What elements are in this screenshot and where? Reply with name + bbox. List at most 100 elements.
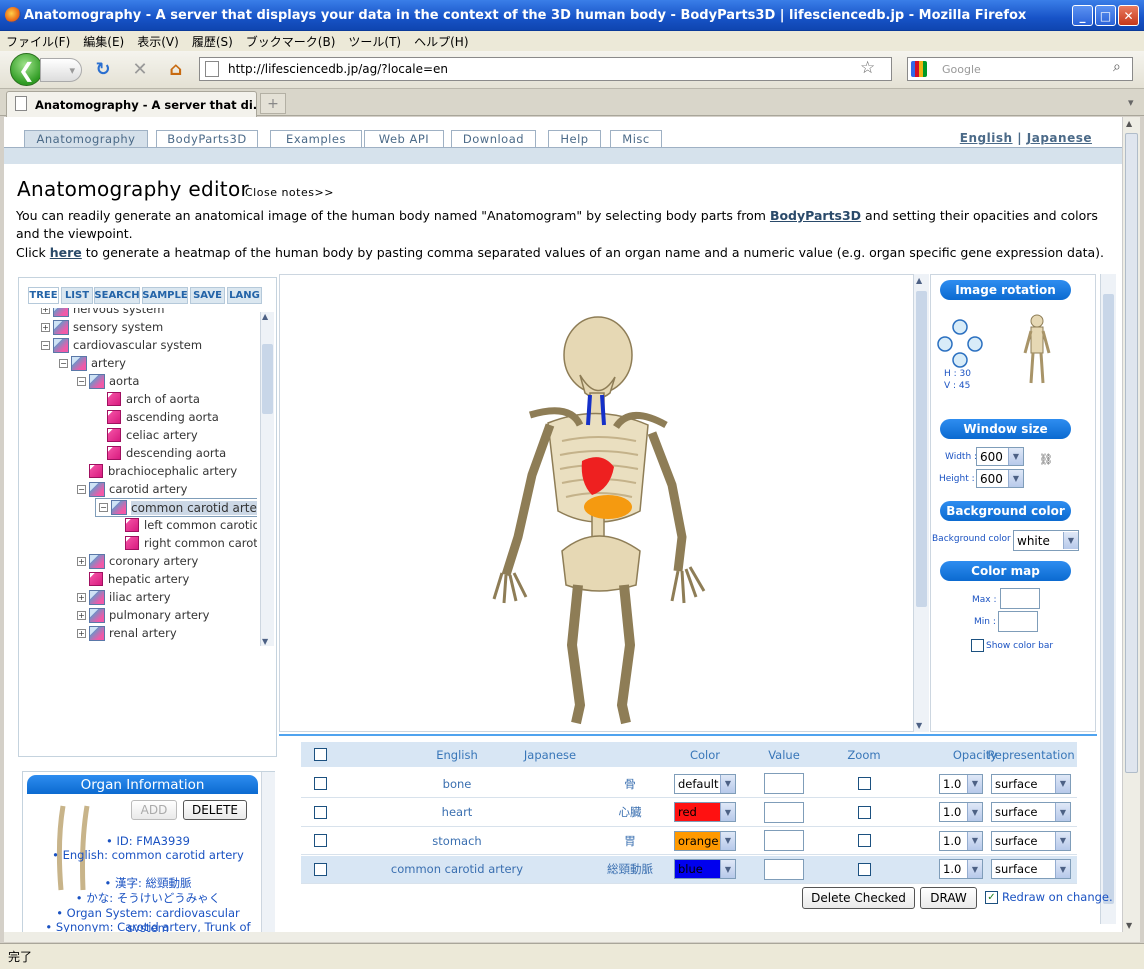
tree-item[interactable]: celiac artery bbox=[95, 426, 198, 444]
menu-item[interactable]: 履歴(S) bbox=[192, 33, 233, 50]
viewer-scroll-thumb[interactable] bbox=[916, 291, 927, 607]
delete-checked-button[interactable]: Delete Checked bbox=[802, 887, 915, 909]
column-header[interactable]: Zoom bbox=[821, 742, 907, 767]
tree-scroll-thumb[interactable] bbox=[262, 344, 273, 414]
url-bar[interactable]: http://lifesciencedb.jp/ag/?locale=en bbox=[199, 57, 892, 81]
menu-item[interactable]: ブックマーク(B) bbox=[246, 33, 336, 50]
color-select[interactable]: orange ▼ bbox=[674, 830, 736, 851]
tree-item[interactable]: + iliac artery bbox=[77, 588, 171, 606]
max-input[interactable] bbox=[1000, 588, 1040, 609]
add-button[interactable]: ADD bbox=[131, 800, 177, 820]
table-row[interactable]: common carotid artery 総頸動脈 blue ▼ 1.0 ▼ surfac… bbox=[301, 855, 1077, 884]
column-header[interactable]: Japanese bbox=[495, 742, 605, 767]
page-horizontal-scrollbar[interactable] bbox=[4, 932, 1140, 942]
panel-tab[interactable]: SEARCH bbox=[94, 287, 140, 304]
tree-item[interactable]: − common carotid artery bbox=[95, 498, 257, 517]
representation-select[interactable]: surface ▼ bbox=[991, 773, 1071, 794]
site-tab[interactable]: Help bbox=[548, 130, 601, 147]
select-all-checkbox[interactable] bbox=[313, 748, 327, 761]
page-scroll-thumb[interactable] bbox=[1125, 133, 1138, 773]
home-icon[interactable]: ⌂ bbox=[165, 58, 187, 80]
lang-english-link[interactable]: English bbox=[960, 131, 1013, 145]
min-input[interactable] bbox=[998, 611, 1038, 632]
tree-item[interactable]: hepatic artery bbox=[77, 570, 189, 588]
height-select[interactable]: 600 ▼ bbox=[976, 469, 1024, 488]
panel-tab[interactable]: SAVE bbox=[190, 287, 225, 304]
column-header[interactable]: Representation bbox=[971, 742, 1091, 767]
redraw-checkbox[interactable]: ✓ bbox=[985, 890, 998, 904]
collapse-icon[interactable]: − bbox=[41, 340, 50, 350]
tree-item[interactable]: − cardiovascular system bbox=[41, 336, 202, 354]
menu-item[interactable]: ファイル(F) bbox=[6, 33, 70, 50]
close-notes-link[interactable]: Close notes>> bbox=[245, 186, 334, 199]
table-row[interactable]: stomach 胃 orange ▼ 1.0 ▼ surface ▼ bbox=[301, 827, 1077, 855]
tree-item[interactable]: − artery bbox=[59, 354, 126, 372]
scroll-up-icon[interactable]: ▲ bbox=[1126, 119, 1132, 128]
color-select[interactable]: blue ▼ bbox=[674, 859, 736, 879]
search-input[interactable]: Google bbox=[907, 57, 1133, 81]
tab-list-icon[interactable]: ▾ bbox=[1128, 96, 1134, 109]
site-tab[interactable]: Misc bbox=[610, 130, 662, 147]
show-color-bar-checkbox[interactable] bbox=[971, 639, 984, 652]
panel-tab[interactable]: SAMPLE bbox=[142, 287, 188, 304]
value-input[interactable] bbox=[764, 801, 804, 823]
site-tab[interactable]: Examples bbox=[270, 130, 362, 147]
value-input[interactable] bbox=[764, 858, 804, 880]
collapse-icon[interactable]: − bbox=[59, 358, 68, 368]
tree-item[interactable]: right common carotid artery bbox=[113, 534, 257, 552]
back-button[interactable]: ❮ bbox=[10, 53, 43, 86]
tree-item[interactable]: brachiocephalic artery bbox=[77, 462, 237, 480]
column-header[interactable]: Value bbox=[741, 742, 827, 767]
tree-item[interactable]: − carotid artery bbox=[77, 480, 187, 498]
menu-item[interactable]: 編集(E) bbox=[83, 33, 124, 50]
expand-icon[interactable]: + bbox=[41, 322, 50, 332]
tree-item[interactable]: arch of aorta bbox=[95, 390, 200, 408]
table-row[interactable]: heart 心臓 red ▼ 1.0 ▼ surface ▼ bbox=[301, 799, 1077, 827]
tree-item[interactable]: + sensory system bbox=[41, 318, 163, 336]
color-select[interactable]: default ▼ bbox=[674, 773, 736, 794]
delete-button[interactable]: DELETE bbox=[183, 800, 247, 820]
expand-icon[interactable]: + bbox=[77, 556, 86, 566]
reload-icon[interactable]: ↻ bbox=[92, 58, 114, 80]
bg-color-select[interactable]: white ▼ bbox=[1013, 530, 1079, 551]
organ-scrollbar[interactable] bbox=[261, 772, 275, 932]
zoom-checkbox[interactable] bbox=[857, 805, 871, 819]
menu-item[interactable]: ツール(T) bbox=[348, 33, 401, 50]
tree-item[interactable]: + renal artery bbox=[77, 624, 177, 642]
zoom-checkbox[interactable] bbox=[857, 777, 871, 790]
google-icon[interactable] bbox=[911, 61, 927, 77]
tree-item[interactable]: + coronary artery bbox=[77, 552, 198, 570]
scroll-up-icon[interactable]: ▲ bbox=[262, 312, 268, 321]
menu-item[interactable]: ヘルプ(H) bbox=[414, 33, 468, 50]
site-tab[interactable]: Web API bbox=[364, 130, 444, 147]
row-checkbox[interactable] bbox=[313, 777, 327, 790]
expand-icon[interactable]: + bbox=[77, 610, 86, 620]
draw-button[interactable]: DRAW bbox=[920, 887, 977, 909]
forward-button[interactable]: ▾ bbox=[40, 58, 82, 82]
scroll-down-icon[interactable]: ▼ bbox=[262, 637, 268, 646]
tree-item[interactable]: − aorta bbox=[77, 372, 139, 390]
rotation-arrows-icon[interactable] bbox=[935, 317, 985, 369]
maximize-button[interactable]: □ bbox=[1095, 5, 1116, 26]
color-select[interactable]: red ▼ bbox=[674, 802, 736, 822]
site-tab[interactable]: BodyParts3D bbox=[156, 130, 258, 147]
panel-tab[interactable]: LANG bbox=[227, 287, 262, 304]
width-select[interactable]: 600 ▼ bbox=[976, 447, 1024, 466]
expand-icon[interactable]: + bbox=[77, 628, 86, 638]
page-vertical-scrollbar[interactable]: ▲ ▼ bbox=[1122, 117, 1140, 932]
anatomogram-viewer[interactable] bbox=[279, 274, 929, 732]
scroll-down-icon[interactable]: ▼ bbox=[1126, 921, 1132, 930]
stop-icon[interactable]: ✕ bbox=[129, 58, 151, 80]
viewer-scrollbar[interactable]: ▲ ▼ bbox=[913, 274, 929, 732]
tree-item[interactable]: descending aorta bbox=[95, 444, 226, 462]
panel-tab[interactable]: LIST bbox=[61, 287, 93, 304]
row-checkbox[interactable] bbox=[313, 834, 327, 847]
site-tab[interactable]: Download bbox=[451, 130, 536, 147]
row-checkbox[interactable] bbox=[313, 862, 327, 876]
representation-select[interactable]: surface ▼ bbox=[991, 830, 1071, 851]
representation-select[interactable]: surface ▼ bbox=[991, 859, 1071, 879]
zoom-checkbox[interactable] bbox=[857, 862, 871, 876]
row-checkbox[interactable] bbox=[313, 805, 327, 819]
bookmark-star-icon[interactable]: ☆ bbox=[860, 58, 875, 78]
new-tab-button[interactable]: + bbox=[260, 93, 286, 114]
